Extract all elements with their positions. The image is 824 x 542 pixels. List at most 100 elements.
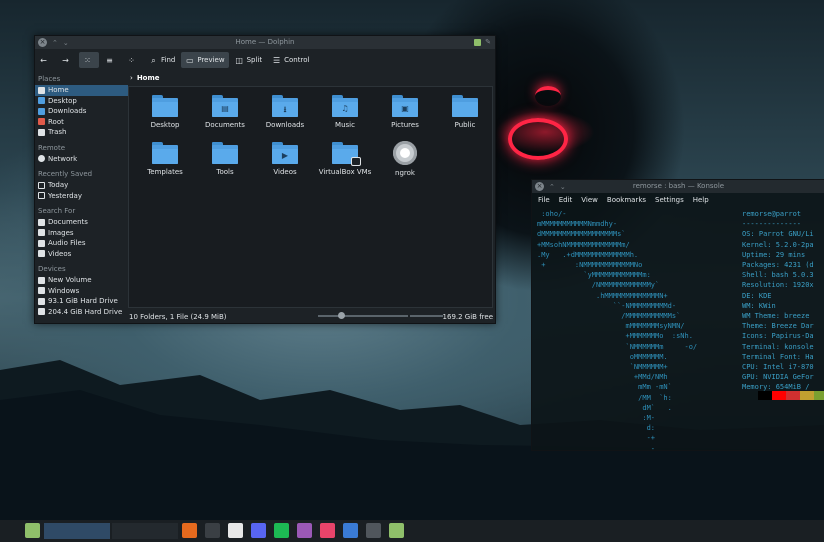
menu-item-file[interactable]: File xyxy=(538,196,550,204)
terminal-icon[interactable] xyxy=(205,523,220,538)
details-view-icon: ⁘ xyxy=(128,55,135,65)
ascii-art-line: +MMd/NMh xyxy=(537,373,668,382)
ascii-art-line: mMMMMMMMsyNMN/ xyxy=(537,322,685,331)
menu-item-view[interactable]: View xyxy=(581,196,598,204)
free-space-bar xyxy=(410,315,443,317)
preview-button[interactable]: ▭ Preview xyxy=(181,52,229,68)
file-item[interactable]: Desktop xyxy=(135,93,195,133)
sidebar-item-label: Images xyxy=(48,228,74,237)
menu-item-bookmarks[interactable]: Bookmarks xyxy=(607,196,646,204)
breadcrumb-home[interactable]: Home xyxy=(137,74,160,82)
color-swatch xyxy=(772,391,786,400)
file-item[interactable]: Tools xyxy=(195,140,255,180)
breadcrumb[interactable]: › Home xyxy=(130,72,160,84)
pager-desktop-2[interactable] xyxy=(112,523,178,539)
file-item[interactable]: ▣ Pictures xyxy=(375,93,435,133)
dolphin-titlebar[interactable]: × ⌃ ⌄ Home — Dolphin ✎ xyxy=(35,36,495,49)
sidebar-item-hard-drive-93[interactable]: 93.1 GiB Hard Drive xyxy=(35,296,128,307)
icon-view[interactable]: Desktop ▤ Documents ⭳ Downloads ♫ Music ▣ Pictur… xyxy=(128,86,493,308)
wallpaper-red-glow-upper xyxy=(535,86,561,106)
file-item[interactable]: ngrok xyxy=(375,140,435,180)
sidebar-item-documents[interactable]: Documents xyxy=(35,217,128,228)
forward-button[interactable]: → xyxy=(57,52,77,68)
zoom-slider-handle[interactable] xyxy=(338,312,345,319)
konsole-window[interactable]: × ⌃ ⌄ remorse : bash — Konsole File Edit V… xyxy=(531,179,824,451)
file-item[interactable]: Templates xyxy=(135,140,195,180)
folder-documents-icon: ▤ xyxy=(212,95,238,117)
system-info-line: remorse@parrot xyxy=(742,210,802,218)
sidebar-item-images[interactable]: Images xyxy=(35,228,128,239)
pin-icon[interactable]: ✎ xyxy=(485,38,491,46)
sidebar-item-yesterday[interactable]: Yesterday xyxy=(35,191,128,202)
sidebar-item-home[interactable]: Home xyxy=(35,85,128,96)
app-menu-icon[interactable] xyxy=(474,39,481,46)
file-item-label: Public xyxy=(454,121,476,129)
sidebar-item-network[interactable]: Network xyxy=(35,154,128,165)
menu-item-help[interactable]: Help xyxy=(693,196,709,204)
firefox-icon[interactable] xyxy=(182,523,197,538)
file-item[interactable]: VirtualBox VMs xyxy=(315,140,375,180)
color-swatch xyxy=(800,391,814,400)
split-label: Split xyxy=(246,56,263,64)
list-view-icon: ≡ xyxy=(106,55,113,65)
system-info-line: DE: KDE xyxy=(742,291,772,300)
dolphin-toolbar: ← → ⁙ ≡ ⁘ ⌕ Find ▭ Preview ◫ Split ☰ Control xyxy=(35,50,495,70)
sidebar-item-today[interactable]: Today xyxy=(35,180,128,191)
mosaic-app-icon[interactable] xyxy=(297,523,312,538)
compact-view-button[interactable]: ≡ xyxy=(101,52,121,68)
console-icon[interactable] xyxy=(366,523,381,538)
control-button[interactable]: ☰ Control xyxy=(268,52,313,68)
file-item[interactable]: ♫ Music xyxy=(315,93,375,133)
discord-icon[interactable] xyxy=(251,523,266,538)
sidebar-item-root[interactable]: Root xyxy=(35,117,128,128)
sidebar-item-new-volume[interactable]: New Volume xyxy=(35,275,128,286)
free-space-label: 169.2 GiB free xyxy=(442,312,493,321)
drive-icon xyxy=(38,297,45,305)
file-item[interactable]: ▤ Documents xyxy=(195,93,255,133)
system-info-line: Kernel: 5.2.0-2pa xyxy=(742,240,814,249)
menu-item-edit[interactable]: Edit xyxy=(559,196,573,204)
sidebar-item-trash[interactable]: Trash xyxy=(35,127,128,138)
show-desktop-icon[interactable] xyxy=(25,523,40,538)
details-view-button[interactable]: ⁘ xyxy=(123,52,143,68)
remote-header: Remote xyxy=(38,143,66,152)
sidebar-item-windows[interactable]: Windows xyxy=(35,286,128,297)
sidebar-item-label: Documents xyxy=(48,218,88,227)
pager-desktop-1[interactable] xyxy=(44,523,110,539)
file-item-label: Music xyxy=(335,121,355,129)
ascii-art-line: .My .+dMMMMMMMMMMMMMh. xyxy=(537,250,639,259)
text-editor-icon[interactable] xyxy=(228,523,243,538)
file-manager-icon[interactable] xyxy=(389,523,404,538)
system-info-line: Resolution: 1920x xyxy=(742,281,814,290)
system-info-line: -------------- xyxy=(742,220,802,229)
split-button[interactable]: ◫ Split xyxy=(231,52,267,68)
spotify-icon[interactable] xyxy=(274,523,289,538)
ascii-art-line: .hMMMMMMMMMMMMMN+ xyxy=(537,291,668,300)
media-player-icon[interactable] xyxy=(320,523,335,538)
terminal-output[interactable]: :oho/- mMMMMMMMMMMMNmmdhy-dMMMMMMMMMMMMMM… xyxy=(532,207,824,450)
file-item[interactable]: ▶ Videos xyxy=(255,140,315,180)
back-button[interactable]: ← xyxy=(35,52,55,68)
root-folder-icon xyxy=(38,118,45,126)
system-info-line: Packages: 4231 (d xyxy=(742,261,814,270)
menu-item-settings[interactable]: Settings xyxy=(655,196,684,204)
sidebar-item-desktop[interactable]: Desktop xyxy=(35,96,128,107)
sidebar-item-videos[interactable]: Videos xyxy=(35,249,128,260)
drive-icon xyxy=(38,308,45,316)
konsole-titlebar[interactable]: × ⌃ ⌄ remorse : bash — Konsole xyxy=(532,180,824,193)
ascii-art-line: ``-NMMMMMMMMMd- xyxy=(537,301,677,310)
sidebar-item-audio-files[interactable]: Audio Files xyxy=(35,238,128,249)
dolphin-window[interactable]: × ⌃ ⌄ Home — Dolphin ✎ ← → ⁙ ≡ ⁘ ⌕ Find ▭… xyxy=(34,35,496,324)
zoom-slider[interactable] xyxy=(318,312,408,319)
find-button[interactable]: ⌕ Find xyxy=(145,52,179,68)
sidebar-item-downloads[interactable]: Downloads xyxy=(35,106,128,117)
ascii-art-line: +MMMMMMMo :sNh. xyxy=(537,332,693,341)
grid-view-icon: ⁙ xyxy=(84,55,91,65)
sidebar-item-label: Yesterday xyxy=(48,191,82,200)
icons-view-button[interactable]: ⁙ xyxy=(79,52,99,68)
code-editor-icon[interactable] xyxy=(343,523,358,538)
sidebar-item-hard-drive-204[interactable]: 204.4 GiB Hard Drive xyxy=(35,307,128,318)
lock-badge-icon xyxy=(351,157,361,166)
file-item[interactable]: ⭳ Downloads xyxy=(255,93,315,133)
file-item[interactable]: Public xyxy=(435,93,495,133)
